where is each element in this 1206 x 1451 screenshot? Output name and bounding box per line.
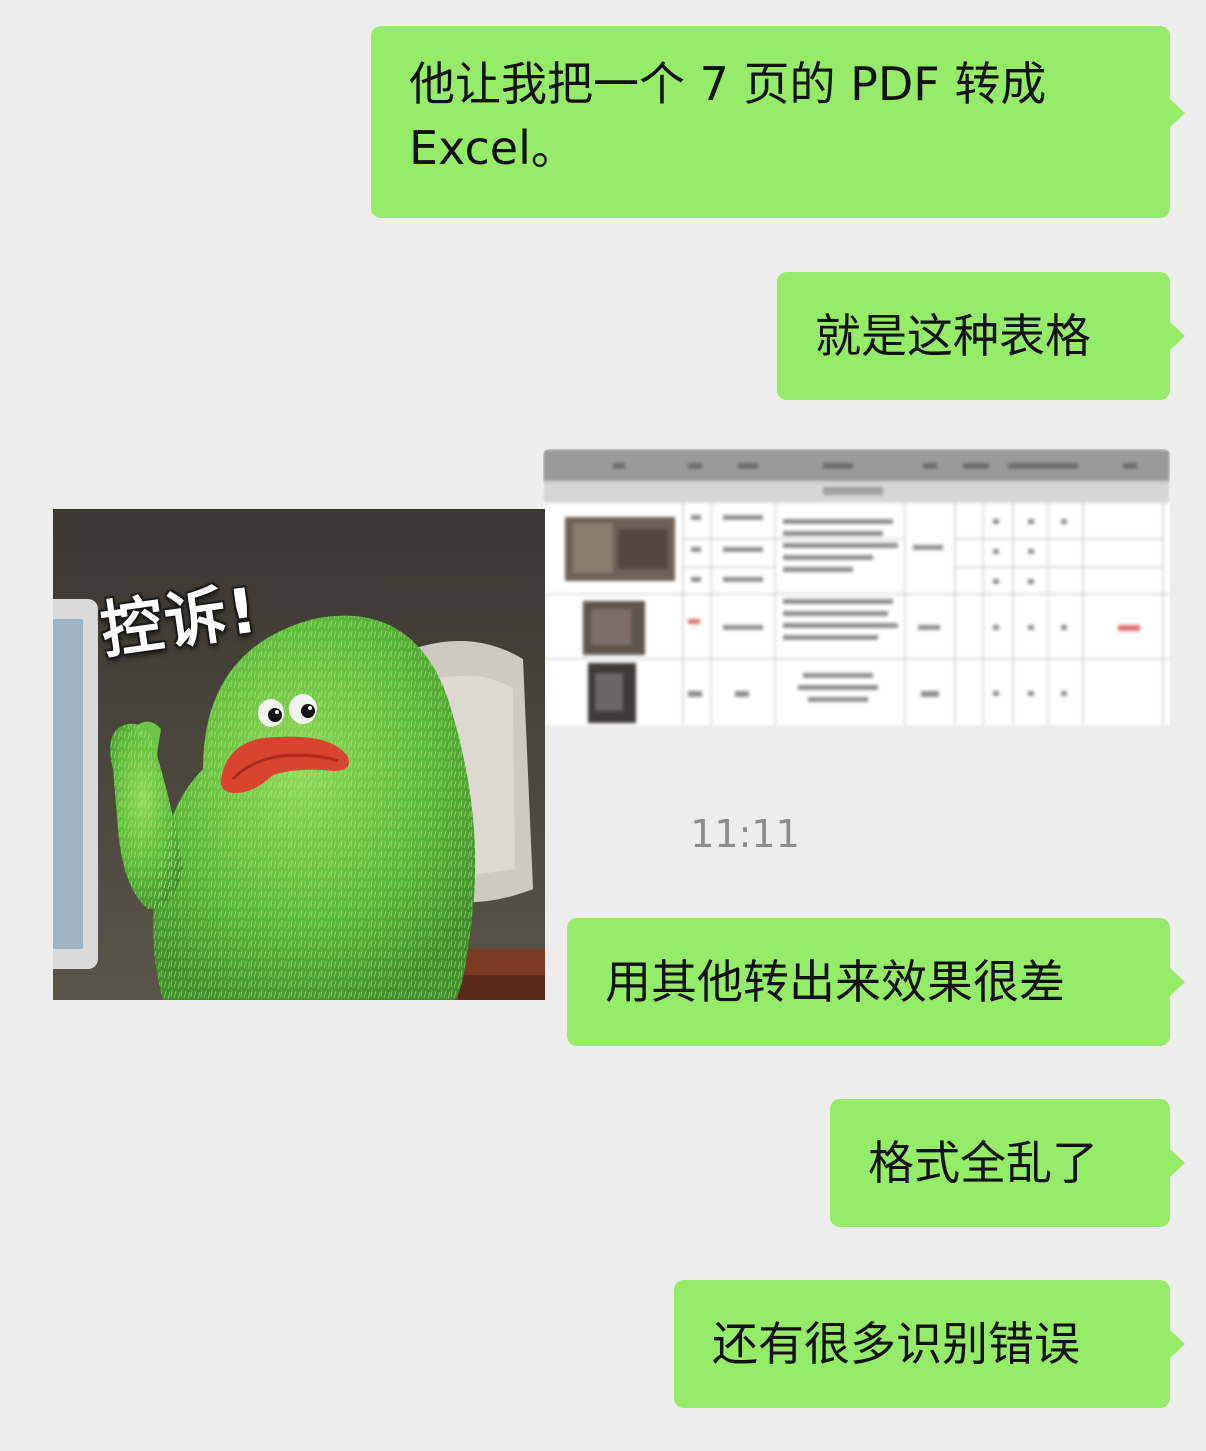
message-text: 还有很多识别错误 bbox=[712, 1317, 1080, 1371]
chat-bubble-outgoing[interactable]: 格式全乱了 bbox=[830, 1099, 1185, 1227]
message-text: 就是这种表格 bbox=[815, 309, 1091, 363]
table-image-thumbnail bbox=[543, 449, 1170, 726]
table-image-message[interactable] bbox=[543, 449, 1170, 726]
chat-bubble-outgoing[interactable]: 就是这种表格 bbox=[777, 272, 1185, 400]
chat-bubble-outgoing[interactable]: 还有很多识别错误 bbox=[674, 1280, 1185, 1408]
message-text: 格式全乱了 bbox=[868, 1136, 1098, 1190]
message-text: 用其他转出来效果很差 bbox=[605, 955, 1065, 1009]
chat-bubble-outgoing[interactable]: 用其他转出来效果很差 bbox=[567, 918, 1185, 1046]
chat-bubble-outgoing[interactable]: 他让我把一个 7 页的 PDF 转成 Excel。 bbox=[371, 26, 1185, 218]
message-text: 他让我把一个 7 页的 PDF 转成 Excel。 bbox=[409, 57, 1047, 175]
